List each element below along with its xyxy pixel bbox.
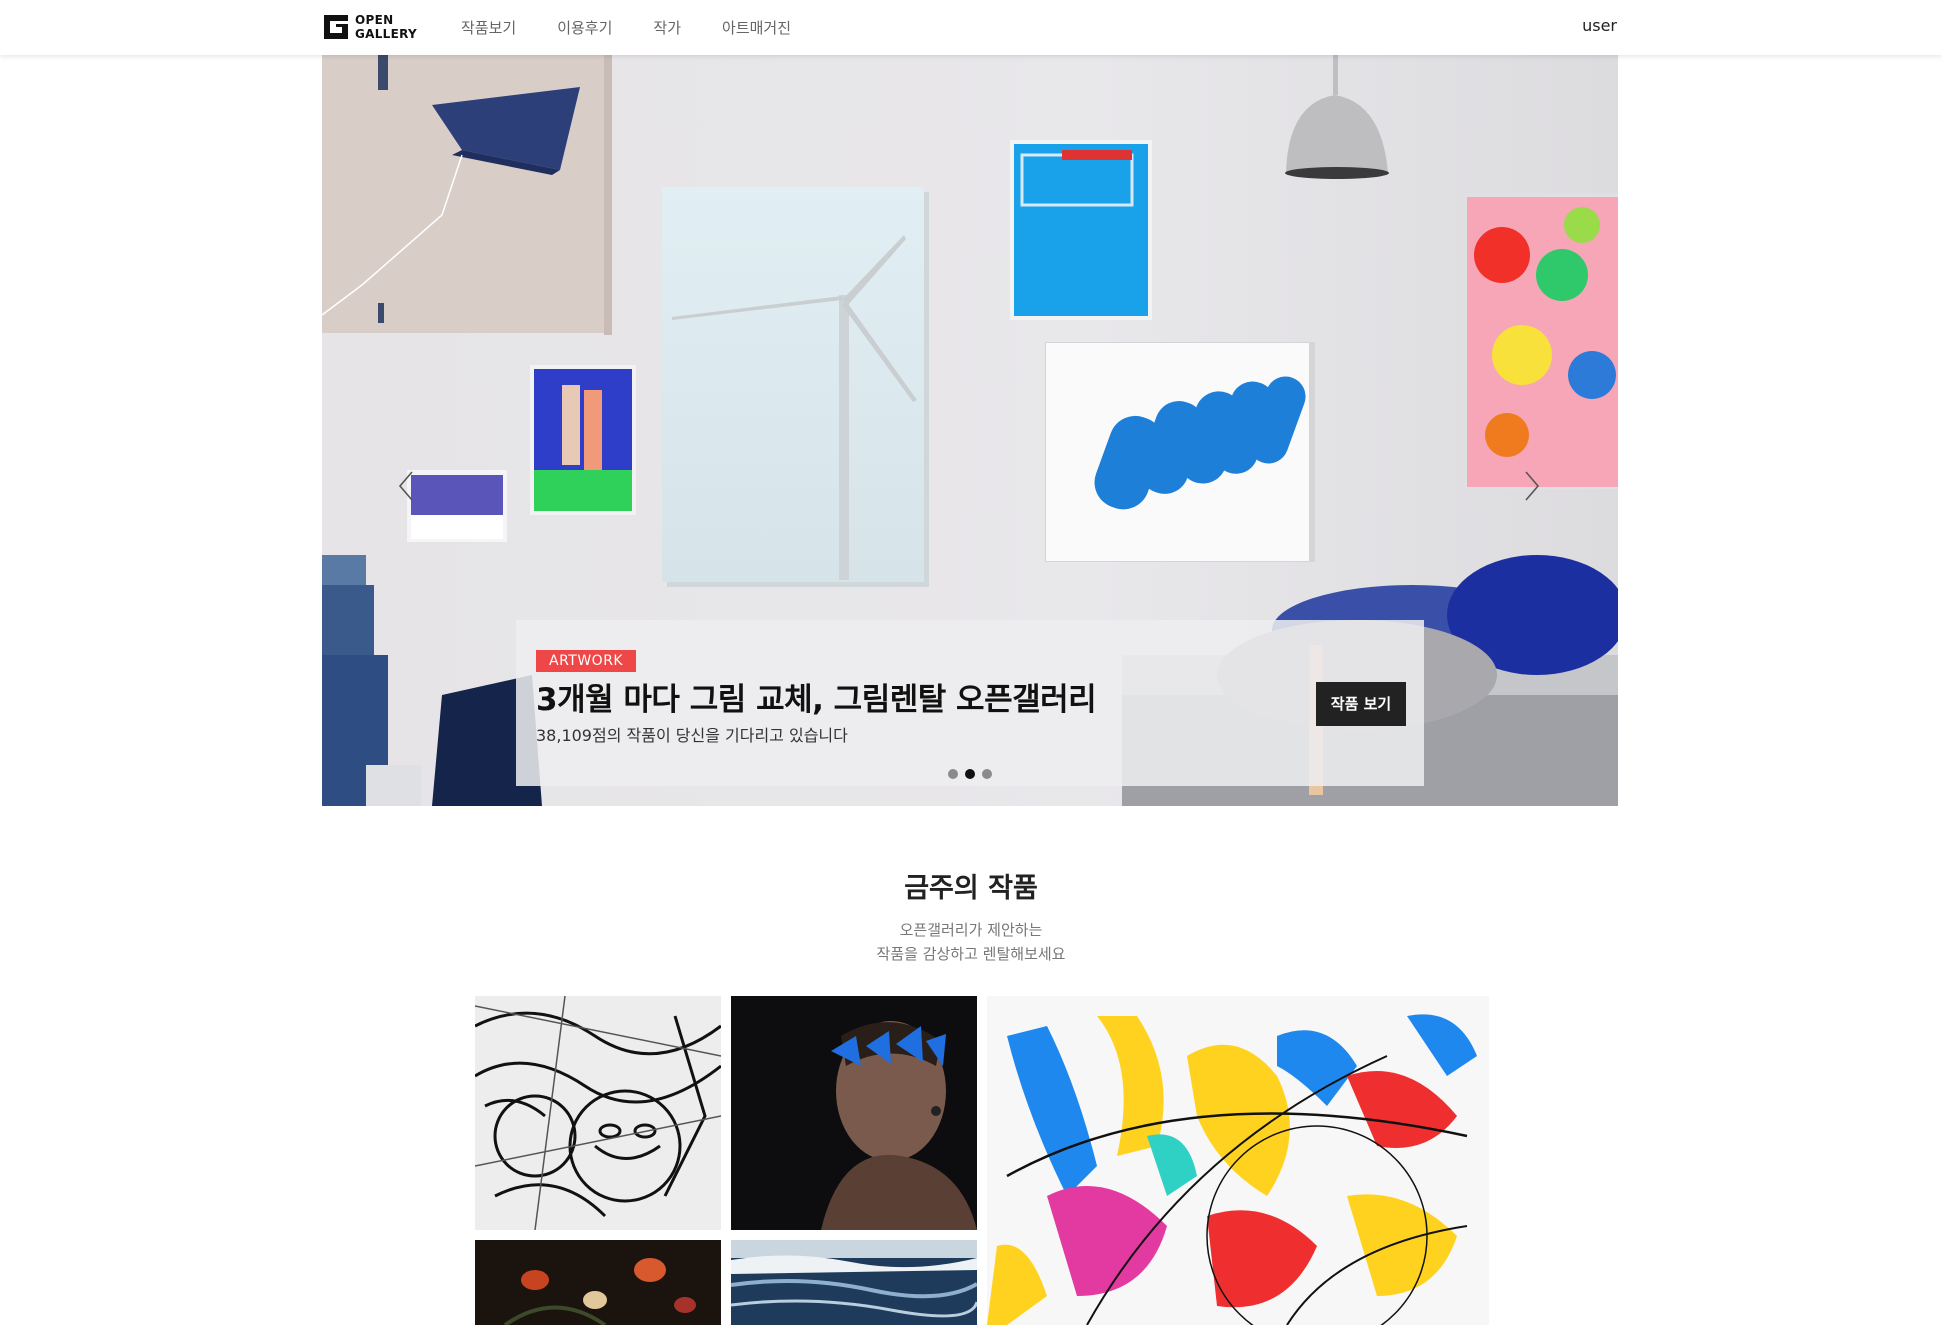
slider-next-button[interactable] [1512, 450, 1548, 522]
open-gallery-logo[interactable]: OPEN GALLERY [322, 10, 422, 44]
top-header: OPEN GALLERY 작품보기 이용후기 작가 아트매거진 user [0, 0, 1942, 55]
main-nav: 작품보기 이용후기 작가 아트매거진 [461, 0, 832, 55]
view-artworks-button[interactable]: 작품 보기 [1316, 682, 1406, 726]
slider-pagination [516, 769, 1424, 779]
artwork-image [475, 1240, 721, 1325]
artwork-tile-seascape[interactable] [731, 1240, 977, 1325]
nav-item-artists[interactable]: 작가 [653, 17, 681, 38]
section-subtitle: 오픈갤러리가 제안하는 작품을 감상하고 렌탈해보세요 [0, 918, 1942, 966]
logo-line-gallery: GALLERY [355, 27, 418, 41]
user-menu[interactable]: user [1582, 16, 1617, 35]
nav-item-reviews[interactable]: 이용후기 [557, 17, 612, 38]
artwork-badge: ARTWORK [536, 650, 637, 672]
logo-line-open: OPEN [355, 13, 394, 27]
hero-title: 3개월 마다 그림 교체, 그림렌탈 오픈갤러리 [536, 682, 1097, 718]
artwork-image [731, 1240, 977, 1325]
artwork-tile-butterfly-portrait[interactable] [731, 996, 977, 1230]
artwork-tile-colorful-abstract[interactable] [987, 996, 1489, 1325]
hero-caption-box: ARTWORK 3개월 마다 그림 교체, 그림렌탈 오픈갤러리 38,109점… [516, 620, 1424, 786]
nav-item-artworks[interactable]: 작품보기 [461, 17, 516, 38]
hero-subtitle: 38,109점의 작품이 당신을 기다리고 있습니다 [536, 726, 848, 745]
chevron-right-icon [1525, 471, 1540, 501]
slider-dot-3[interactable] [982, 769, 992, 779]
gallery-logo-icon [324, 15, 348, 39]
slider-dot-2[interactable] [965, 769, 975, 779]
artwork-tile-line-drawing[interactable] [475, 996, 721, 1230]
artwork-image [987, 996, 1489, 1325]
nav-item-art-magazine[interactable]: 아트매거진 [722, 17, 791, 38]
section-title: 금주의 작품 [904, 873, 1038, 904]
section-subtitle-line2: 작품을 감상하고 렌탈해보세요 [876, 945, 1066, 963]
chevron-left-icon [398, 471, 413, 501]
artwork-image [731, 996, 977, 1230]
slider-dot-1[interactable] [948, 769, 958, 779]
logo-wordmark: OPEN GALLERY [355, 13, 417, 41]
hero-slider: ARTWORK 3개월 마다 그림 교체, 그림렌탈 오픈갤러리 38,109점… [322, 55, 1618, 806]
artwork-image [475, 996, 721, 1230]
artwork-tile-still-life[interactable] [475, 1240, 721, 1325]
section-subtitle-line1: 오픈갤러리가 제안하는 [899, 921, 1043, 939]
slider-prev-button[interactable] [390, 450, 426, 522]
